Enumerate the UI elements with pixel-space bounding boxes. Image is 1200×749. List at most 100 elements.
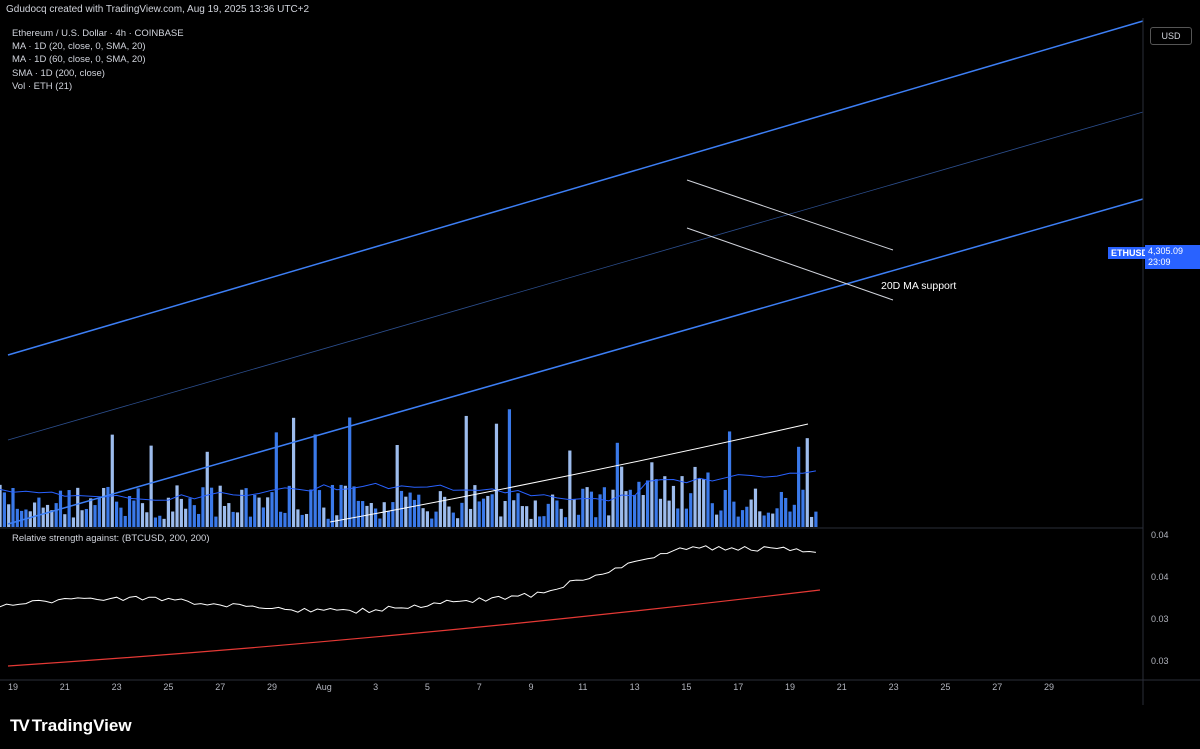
volume-bar [697,478,701,527]
volume-bar [235,512,240,527]
legend-symbol[interactable]: Ethereum / U.S. Dollar · 4h · COINBASE [12,27,184,40]
volume-bar [279,511,283,527]
volume-bar [41,507,45,527]
volume-bar [468,508,473,527]
chart-credit: Gdudocq created with TradingView.com, Au… [6,4,310,15]
volume-bar [771,513,775,527]
volume-bar [244,488,248,527]
volume-bar [71,517,76,527]
volume-bar [594,517,598,527]
volume-bar [809,516,814,527]
volume-bar [102,487,106,527]
volume-bar [412,499,417,527]
legend-volume[interactable]: Vol · ETH (21) [12,80,184,93]
volume-bar [624,491,628,527]
volume-bar [326,518,330,527]
volume-bar [184,508,188,527]
volume-bar [20,510,24,527]
volume-bar [330,484,335,527]
volume-bar [352,486,356,527]
indicator-legend: Ethereum / U.S. Dollar · 4h · COINBASE M… [12,27,184,93]
volume-bar [801,489,805,527]
volume-bar [89,498,93,527]
volume-bar [719,510,723,527]
brand-name: TradingView [31,716,132,735]
volume-bar [408,492,412,527]
volume-bar [261,507,265,527]
volume-bar [464,415,468,527]
volume-bar [50,510,54,527]
time-tick-label: 7 [477,682,482,692]
volume-bar [805,438,809,527]
volume-bar [689,493,693,527]
volume-bar [374,508,378,527]
volume-bar [499,516,503,527]
volume-bar [231,511,235,527]
volume-bar [710,503,714,527]
volume-bar [749,499,753,527]
time-tick-label: Aug [316,682,332,692]
legend-sma-200[interactable]: SMA · 1D (200, close) [12,67,184,80]
volume-bar [343,485,347,527]
volume-bar [417,494,421,527]
volume-bar [382,502,386,527]
volume-bar [291,417,296,527]
volume-bar [585,487,589,527]
volume-bar [525,506,529,527]
volume-bar [572,499,576,527]
volume-bar [568,450,572,527]
volume-bar [348,417,352,527]
volume-bar [175,485,179,527]
tradingview-brand[interactable]: TV TradingView [10,716,132,736]
volume-bar [54,503,58,527]
legend-ma-20[interactable]: MA · 1D (20, close, 0, SMA, 20) [12,40,184,53]
volume-bar [740,510,745,527]
time-tick-label: 23 [889,682,899,692]
volume-bar [132,500,136,527]
volume-bar [607,515,611,527]
volume-bar [356,500,360,527]
time-tick-label: 21 [837,682,847,692]
volume-bar [287,485,291,527]
volume-bar [127,496,132,527]
volume-bar [775,508,779,527]
volume-bar [676,508,680,527]
bar-countdown: 23:09 [1148,257,1171,267]
volume-bar [313,434,317,527]
volume-bar [447,506,451,527]
volume-bar [145,512,149,527]
volume-bar [715,514,719,527]
volume-bar [136,488,140,527]
volume-bar [650,462,654,527]
volume-bar [201,487,205,527]
volume-bar [28,511,32,527]
volume-bar [758,511,762,527]
volume-bar [317,490,322,527]
volume-bar [214,516,218,527]
chart-canvas[interactable]: 20D MA support 5,800.005,600.005,400.005… [0,0,1200,749]
rs-panel-label[interactable]: Relative strength against: (BTCUSD, 200,… [12,533,209,544]
volume-bar [322,507,326,527]
volume-bar [110,434,114,527]
volume-bar [762,515,766,527]
time-tick-label: 29 [1044,682,1054,692]
time-tick-label: 17 [733,682,743,692]
volume-bar [140,503,145,527]
volume-bar [658,498,663,527]
volume-bar [149,445,153,527]
time-tick-label: 27 [215,682,225,692]
currency-button[interactable]: USD [1150,27,1192,45]
time-tick-label: 27 [992,682,1002,692]
last-price-tag: 4,305.09 23:09 [1145,245,1200,269]
volume-bar [365,505,369,527]
volume-bar [451,512,455,527]
volume-bar [702,479,706,527]
volume-bar [620,466,624,527]
legend-ma-60[interactable]: MA · 1D (60, close, 0, SMA, 20) [12,53,184,66]
volume-bar [179,498,183,527]
volume-bar [637,481,641,527]
rs-tick-label: 0.04 [1151,572,1169,582]
time-tick-label: 25 [163,682,173,692]
time-tick-label: 9 [528,682,533,692]
volume-bar [361,501,365,527]
